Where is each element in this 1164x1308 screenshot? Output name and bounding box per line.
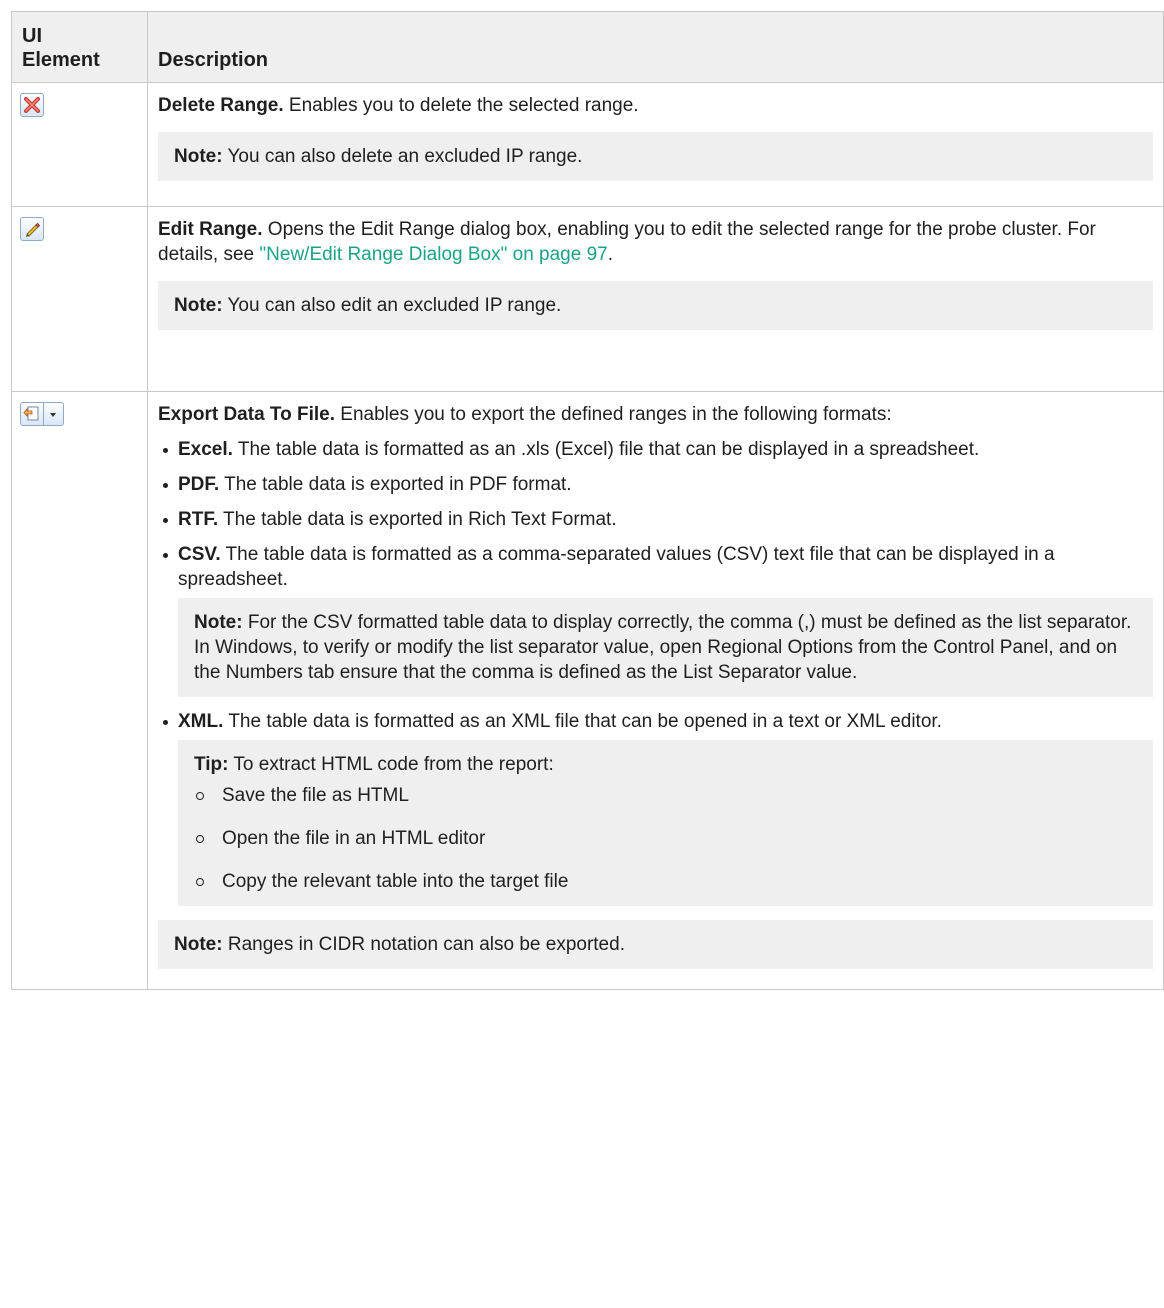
table-row-export-data: Export Data To File. Enables you to expo…: [11, 391, 1164, 990]
export-text: Enables you to export the defined ranges…: [335, 404, 892, 425]
edit-range-title: Edit Range.: [158, 219, 263, 240]
format-label: Excel.: [178, 439, 233, 460]
delete-range-text: Enables you to delete the selected range…: [283, 95, 639, 116]
delete-range-icon[interactable]: [20, 93, 44, 117]
cidr-note: Note: Ranges in CIDR notation can also b…: [158, 920, 1153, 969]
ui-cell-export: [11, 391, 148, 990]
export-data-split-button[interactable]: [20, 402, 64, 426]
format-text: The table data is formatted as a comma-s…: [178, 544, 1055, 590]
description-cell-delete: Delete Range. Enables you to delete the …: [147, 82, 1164, 207]
csv-note: Note: For the CSV formatted table data t…: [178, 598, 1153, 697]
note-text: For the CSV formatted table data to disp…: [194, 612, 1132, 683]
table-header-row: UI Element Description: [11, 11, 1164, 83]
description-header: Description: [147, 11, 1164, 83]
note-text: You can also edit an excluded IP range.: [222, 295, 562, 316]
delete-range-title: Delete Range.: [158, 95, 284, 116]
format-label: PDF.: [178, 474, 220, 495]
chevron-down-icon[interactable]: [44, 402, 64, 426]
export-formats-list: Excel. The table data is formatted as an…: [158, 437, 1153, 906]
export-title: Export Data To File.: [158, 404, 336, 425]
format-label: XML.: [178, 711, 224, 732]
list-item-excel: Excel. The table data is formatted as an…: [158, 437, 1153, 462]
table-row-delete-range: Delete Range. Enables you to delete the …: [11, 82, 1164, 207]
ui-element-header: UI Element: [11, 11, 148, 83]
list-item-step: Copy the relevant table into the target …: [194, 869, 1139, 894]
list-item-rtf: RTF. The table data is exported in Rich …: [158, 507, 1153, 532]
tip-text: To extract HTML code from the report:: [228, 754, 554, 775]
edit-range-text-end: .: [607, 244, 614, 265]
format-text: The table data is formatted as an XML fi…: [223, 711, 942, 732]
format-label: RTF.: [178, 509, 219, 530]
ui-cell-delete: [11, 82, 148, 207]
list-item-pdf: PDF. The table data is exported in PDF f…: [158, 472, 1153, 497]
list-item-step: Save the file as HTML: [194, 783, 1139, 808]
list-item-step: Open the file in an HTML editor: [194, 826, 1139, 851]
list-item-csv: CSV. The table data is formatted as a co…: [158, 542, 1153, 697]
tip-box: Tip: To extract HTML code from the repor…: [178, 740, 1153, 906]
export-data-icon[interactable]: [20, 402, 44, 426]
note-label: Note:: [174, 295, 223, 316]
note-text: You can also delete an excluded IP range…: [222, 146, 583, 167]
edit-range-icon[interactable]: [20, 217, 44, 241]
description-cell-export: Export Data To File. Enables you to expo…: [147, 391, 1164, 990]
format-text: The table data is exported in PDF format…: [219, 474, 572, 495]
delete-note: Note: You can also delete an excluded IP…: [158, 132, 1153, 181]
note-label: Note:: [194, 612, 243, 633]
edit-note: Note: You can also edit an excluded IP r…: [158, 281, 1153, 330]
note-label: Note:: [174, 934, 223, 955]
ui-cell-edit: [11, 206, 148, 392]
tip-label: Tip:: [194, 754, 229, 775]
description-cell-edit: Edit Range. Opens the Edit Range dialog …: [147, 206, 1164, 392]
format-text: The table data is exported in Rich Text …: [218, 509, 617, 530]
format-text: The table data is formatted as an .xls (…: [232, 439, 980, 460]
ui-elements-table: UI Element Description Delete Range. Ena…: [11, 11, 1164, 990]
export-description: Export Data To File. Enables you to expo…: [158, 402, 1153, 427]
list-item-xml: XML. The table data is formatted as an X…: [158, 709, 1153, 906]
format-label: CSV.: [178, 544, 221, 565]
tip-steps-list: Save the file as HTML Open the file in a…: [194, 783, 1139, 894]
table-row-edit-range: Edit Range. Opens the Edit Range dialog …: [11, 206, 1164, 392]
note-text: Ranges in CIDR notation can also be expo…: [222, 934, 625, 955]
new-edit-range-dialog-link[interactable]: "New/Edit Range Dialog Box" on page 97: [259, 244, 607, 265]
note-label: Note:: [174, 146, 223, 167]
edit-range-description: Edit Range. Opens the Edit Range dialog …: [158, 217, 1153, 267]
delete-range-description: Delete Range. Enables you to delete the …: [158, 93, 1153, 118]
